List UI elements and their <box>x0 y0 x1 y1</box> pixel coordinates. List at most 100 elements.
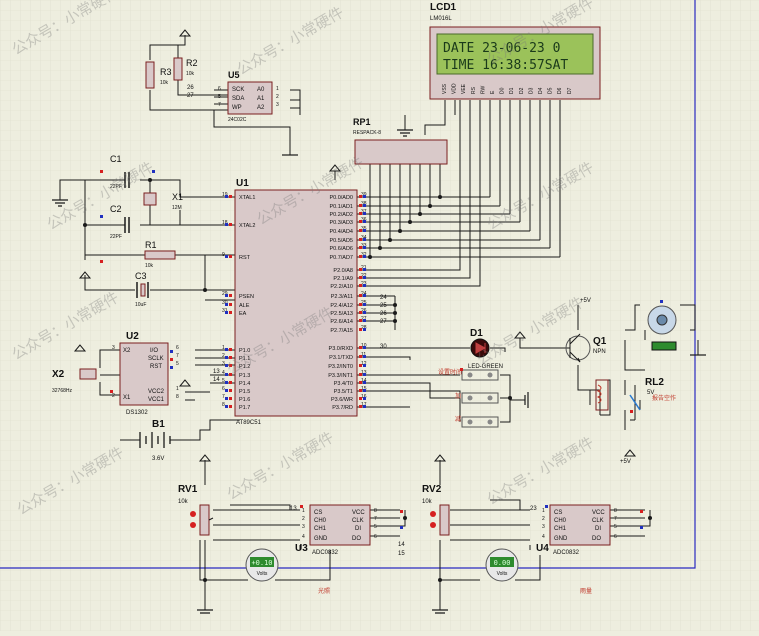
pin-marker <box>225 364 228 367</box>
u1-pin-p22a10: P2.2/A10 <box>330 284 353 290</box>
pin-marker <box>229 223 232 226</box>
u1-net-13: 13 <box>213 369 220 375</box>
pin-marker <box>359 284 362 287</box>
pin-marker <box>229 389 232 392</box>
r3-ref: R3 <box>160 67 172 77</box>
voltmeter-2: 0.00 Volts <box>485 548 519 582</box>
pin-marker <box>359 276 362 279</box>
x1-value: 12M <box>172 205 182 211</box>
u3-model: ADC0832 <box>312 550 339 556</box>
u4-pin-ch1: CH1 <box>554 526 567 532</box>
u1-pin-p20a8: P2.0/A8 <box>333 268 353 274</box>
pin-marker <box>400 510 403 513</box>
voltmeter-1-unit: Volts <box>257 571 268 577</box>
pin-marker <box>640 526 643 529</box>
u4-net-23: 23 <box>530 506 537 512</box>
pin-marker <box>363 204 366 207</box>
d1-model: LED-GREEN <box>468 364 503 370</box>
pin-marker <box>229 381 232 384</box>
lcd-pin-rw: RW <box>480 85 486 94</box>
pin-marker <box>225 223 228 226</box>
u4-pin-vcc: VCC <box>592 510 605 516</box>
u4-num-3: 3 <box>542 524 545 530</box>
lcd-pin-d3: D3 <box>528 87 534 94</box>
pin-marker <box>300 505 303 508</box>
u3-net-13: 13 <box>290 506 297 512</box>
pin-marker <box>229 356 232 359</box>
pin-marker <box>225 311 228 314</box>
pin-marker <box>229 294 232 297</box>
pin-marker <box>359 397 362 400</box>
u4-caption: 雨量 <box>580 588 592 595</box>
pin-marker <box>229 364 232 367</box>
c1-ref: C1 <box>110 154 122 164</box>
u3-num-1: 1 <box>302 508 305 514</box>
u1-net-27: 27 <box>380 319 387 325</box>
u2-pin-rst: RST <box>150 364 162 370</box>
rv2-value: 10k <box>422 499 433 505</box>
pin-marker <box>170 350 173 353</box>
q1-model: NPN <box>593 349 606 355</box>
u5-pin-a2: A2 <box>257 105 265 111</box>
r2-ref: R2 <box>186 58 198 68</box>
u1-pin-ale: ALE <box>239 303 250 309</box>
pin-marker <box>363 373 366 376</box>
u2-num-7: 7 <box>176 353 179 359</box>
u1-pin-p01ad1: P0.1/AD1 <box>329 204 353 210</box>
pin-marker <box>225 348 228 351</box>
u1-pin-num-9: 9 <box>222 252 225 258</box>
pin-marker <box>363 268 366 271</box>
pin-marker <box>359 405 362 408</box>
u2-num-2: 2 <box>112 393 115 399</box>
pin-marker <box>229 348 232 351</box>
lcd-pin-vdd: VDD <box>452 83 458 94</box>
pin-marker <box>363 364 366 367</box>
u1-pin-p02ad2: P0.2/AD2 <box>329 212 353 218</box>
u3-net-15: 15 <box>398 551 405 557</box>
pin-marker <box>545 505 548 508</box>
pin-marker <box>363 405 366 408</box>
u1-pin-p11: P1.1 <box>239 356 250 362</box>
pin-marker <box>363 328 366 331</box>
pin-marker <box>363 255 366 258</box>
pin-marker <box>359 268 362 271</box>
u1-pin-num-6: 6 <box>222 386 225 392</box>
u2-num-1: 1 <box>176 386 179 392</box>
rl2-ref: RL2 <box>645 377 664 388</box>
pin-marker <box>100 260 103 263</box>
u1-pin-ea: EA <box>239 311 247 317</box>
u5-num-1: 1 <box>276 86 279 92</box>
u1-pin-p05ad5: P0.5/AD5 <box>329 238 353 244</box>
u3-num-6: 6 <box>374 534 377 540</box>
u2-pin-x1: X1 <box>123 395 131 401</box>
u1-pin-p14: P1.4 <box>239 381 250 387</box>
pin-marker <box>229 373 232 376</box>
u1-pin-p25a13: P2.5/A13 <box>330 311 353 317</box>
lcd-ref: LCD1 <box>430 2 457 13</box>
pin-marker <box>229 195 232 198</box>
u4-num-2: 2 <box>542 516 545 522</box>
r3-value: 10k <box>160 80 169 86</box>
u1-net-26: 26 <box>380 311 387 317</box>
lcd-model: LM016L <box>430 16 452 22</box>
u1-net-24: 24 <box>380 295 387 301</box>
voltmeter-2-reading: 0.00 <box>494 559 511 567</box>
u1-pin-p32int0: P3.2/INT0 <box>328 364 353 370</box>
pin-marker <box>363 238 366 241</box>
pin-marker <box>363 381 366 384</box>
pin-marker <box>640 510 643 513</box>
u4-model: ADC0832 <box>553 550 580 556</box>
u5-pin-a1: A1 <box>257 96 265 102</box>
pin-marker <box>100 170 103 173</box>
motor-caption: 报告空作 <box>652 394 676 402</box>
u2-ref: U2 <box>126 331 139 342</box>
u4-pin-cs: CS <box>554 510 562 516</box>
u1-pin-p36wr: P3.6/WR <box>331 397 353 403</box>
u1-pin-xtal1: XTAL1 <box>239 195 255 201</box>
pin-marker <box>400 526 403 529</box>
u1-pin-rst: RST <box>239 255 251 261</box>
button-plus-label: 加 <box>455 392 461 400</box>
pin-marker <box>363 355 366 358</box>
pin-marker <box>363 319 366 322</box>
u1-pin-p24a12: P2.4/A12 <box>330 303 353 309</box>
